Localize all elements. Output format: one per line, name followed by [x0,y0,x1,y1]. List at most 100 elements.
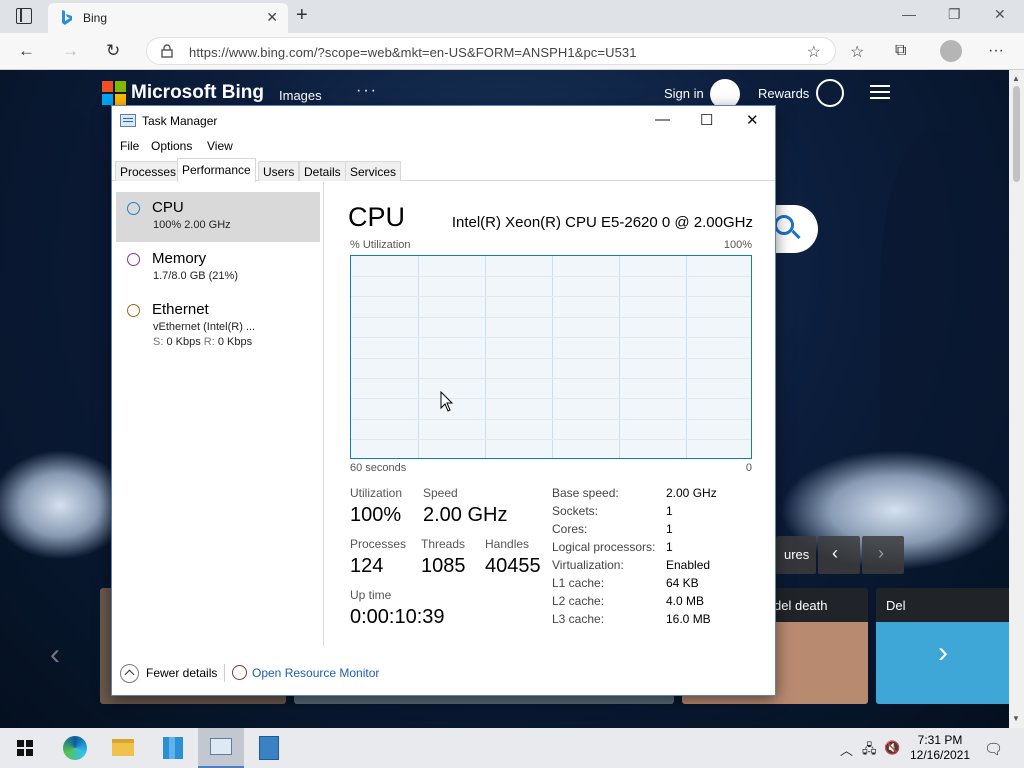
utilization-value: 100% [350,504,402,526]
chevron-up-icon[interactable] [120,664,139,683]
open-resource-monitor-link[interactable]: Open Resource Monitor [252,666,379,680]
carousel-prev-icon[interactable]: ‹ [50,638,60,672]
microsoft-logo-icon[interactable] [102,81,126,105]
sidebar-item-detail: 1.7/8.0 GB (21%) [153,270,238,282]
taskbar-task-manager[interactable] [198,728,244,768]
more-nav-icon[interactable]: ··· [356,82,378,100]
taskbar-server-manager[interactable] [150,728,196,768]
restore-window-icon[interactable]: ❐ [948,6,961,23]
document-app-icon [259,736,279,760]
minimize-icon[interactable]: — [655,111,670,128]
maximize-icon[interactable]: ☐ [700,111,713,129]
windows-logo-icon [17,740,33,756]
url-text: https://www.bing.com/?scope=web&mkt=en-U… [189,45,637,60]
tab-strip: Processes Performance Users Details Serv… [112,158,775,182]
cpu-utilization-graph[interactable] [350,255,752,459]
sidebar-item-detail: vEthernet (Intel(R) ... [153,321,256,333]
sidebar-item-detail: 100% 2.00 GHz [153,219,231,231]
taskbar-edge[interactable] [52,728,98,768]
volume-muted-icon[interactable]: 🔇 [884,740,900,756]
detail-value: 1 [666,540,673,554]
sidebar-item-throughput: S: 0 Kbps R: 0 Kbps [153,336,253,348]
image-info-label: ures [784,547,810,562]
tab-details[interactable]: Details [299,161,346,181]
settings-more-icon[interactable]: ··· [988,42,1004,60]
rewards-trophy-icon[interactable] [816,79,844,107]
tab-actions-menu-icon[interactable] [16,8,32,24]
cpu-performance-panel: CPU Intel(R) Xeon(R) CPU E5-2620 0 @ 2.0… [334,182,770,646]
rewards-link[interactable]: Rewards [758,86,809,101]
taskbar-file-explorer[interactable] [100,728,146,768]
new-tab-icon[interactable]: + [296,4,308,27]
tab-users[interactable]: Users [258,161,300,181]
ethernet-ring-icon [127,304,140,317]
image-info-pill[interactable]: ures [776,536,816,574]
detail-value: 2.00 GHz [666,486,717,500]
threads-label: Threads [421,537,466,551]
back-icon[interactable]: ← [18,41,35,61]
sidebar-item-cpu[interactable]: CPU 100% 2.00 GHz [116,192,320,242]
sidebar-item-memory[interactable]: Memory 1.7/8.0 GB (21%) [116,243,320,293]
carousel-next-icon[interactable]: › [938,636,948,670]
menu-options[interactable]: Options [151,139,192,153]
server-manager-icon [163,737,183,759]
menu-file[interactable]: File [120,139,139,153]
browser-toolbar: ← → ↻ https://www.bing.com/?scope=web&mk… [0,33,1024,70]
tab-processes[interactable]: Processes [115,161,182,181]
sidebar-item-ethernet[interactable]: Ethernet vEthernet (Intel(R) ... S: 0 Kb… [116,294,320,356]
minimize-window-icon[interactable]: — [902,6,916,22]
mouse-cursor-icon [440,391,454,412]
tab-performance[interactable]: Performance [177,158,256,182]
detail-value: 16.0 MB [666,612,711,626]
collections-icon[interactable]: ⧉ [895,42,906,60]
next-image-button[interactable]: › [862,536,904,574]
handles-label: Handles [485,537,530,551]
address-bar[interactable]: https://www.bing.com/?scope=web&mkt=en-U… [146,37,836,65]
tab-title: Bing [83,11,108,25]
detail-key: L2 cache: [552,594,605,608]
show-hidden-icons-icon[interactable]: ︿ [840,740,853,759]
processes-label: Processes [350,537,407,551]
hamburger-menu-icon[interactable] [870,85,890,87]
fewer-details-button[interactable]: Fewer details [146,666,217,680]
notifications-icon[interactable]: 🗨 [984,740,1003,758]
close-icon[interactable]: ✕ [746,111,759,129]
scroll-up-icon[interactable]: ▲ [1012,74,1020,83]
start-button[interactable] [0,728,46,768]
clock-time: 7:31 PM [917,733,963,747]
signin-link[interactable]: Sign in [664,86,704,101]
forward-icon[interactable]: → [62,41,79,61]
profile-avatar-icon[interactable] [940,40,962,62]
menu-view[interactable]: View [207,139,233,153]
close-window-icon[interactable]: ✕ [994,6,1006,23]
nav-images-link[interactable]: Images [279,88,322,103]
detail-key: Virtualization: [552,558,624,572]
system-clock[interactable]: 7:31 PM 12/16/2021 [900,733,980,763]
previous-image-button[interactable]: ‹ [818,536,860,574]
cpu-model: Intel(R) Xeon(R) CPU E5-2620 0 @ 2.00GHz [451,214,753,231]
resource-monitor-icon[interactable] [232,665,247,680]
bing-brand[interactable]: Microsoft Bing [131,82,264,104]
task-manager-titlebar[interactable]: Task Manager — ☐ ✕ [112,106,775,136]
favorites-icon[interactable]: ☆ [850,42,864,62]
close-tab-icon[interactable]: ✕ [266,9,278,26]
refresh-icon[interactable]: ↻ [106,41,120,61]
network-icon[interactable]: 🖧 [862,740,877,762]
tab-bing[interactable]: Bing ✕ [48,3,288,33]
handles-value: 40455 [485,555,541,577]
page-scrollbar[interactable]: ▲ ▼ [1009,70,1024,728]
scroll-down-icon[interactable]: ▼ [1012,714,1020,723]
add-favorite-icon[interactable]: ☆ [807,42,821,62]
detail-key: Base speed: [552,486,619,500]
graph-y-label: % Utilization [350,239,411,251]
taskbar-app[interactable] [246,728,292,768]
cpu-ring-icon [127,202,140,215]
bing-favicon-icon [62,10,72,25]
lock-icon [161,44,173,58]
detail-key: Sockets: [552,504,599,518]
scrollbar-thumb[interactable] [1013,86,1020,182]
speed-label: Speed [423,486,458,500]
tab-services[interactable]: Services [345,161,402,181]
window-title: Task Manager [142,114,218,128]
task-manager-app-icon [120,114,136,127]
